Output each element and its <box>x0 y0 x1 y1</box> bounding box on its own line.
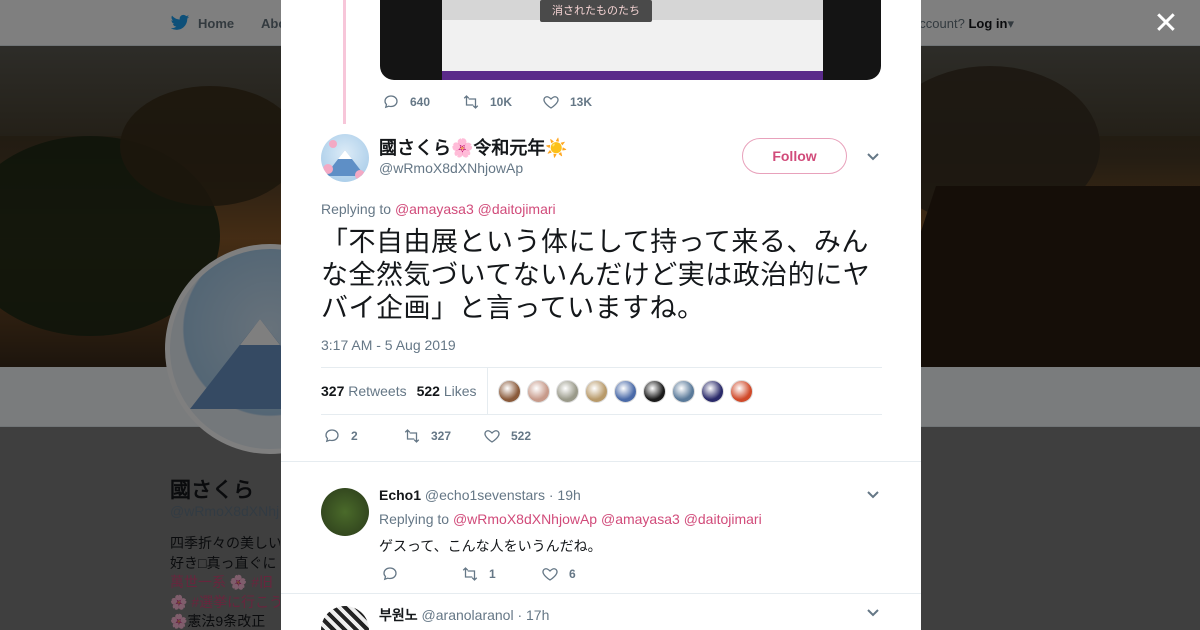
chevron-down-icon <box>867 491 879 499</box>
reply-header: 부원노 @aranolaranol · 17h <box>379 605 549 625</box>
reply-icon <box>325 429 339 443</box>
tweet-stats: 327 Retweets 522 Likes <box>321 367 882 415</box>
like-stat-label: Likes <box>443 383 477 399</box>
retweet-icon <box>404 429 420 443</box>
reply-actions: 1 6 <box>381 565 621 583</box>
chevron-down-icon <box>867 153 879 161</box>
heart-icon <box>542 568 558 581</box>
like-button[interactable]: 522 <box>483 427 563 445</box>
replying-prefix: Replying to <box>379 511 450 527</box>
liker-avatar[interactable] <box>526 379 550 403</box>
reply-author-handle[interactable]: @echo1sevenstars <box>425 487 545 503</box>
quoted-tweet-media[interactable]: 消されたものたち <box>380 0 881 80</box>
reply-menu-caret[interactable] <box>866 488 880 502</box>
close-icon[interactable]: ✕ <box>1150 8 1182 40</box>
mention-link[interactable]: @amayasa3 <box>395 201 474 217</box>
chevron-down-icon <box>867 609 879 617</box>
retweet-button[interactable]: 10K <box>462 93 542 111</box>
heart-icon <box>543 96 559 109</box>
like-count: 522 <box>511 429 532 443</box>
tweet-modal: 消されたものたち 640 10K 13K 國さくら🌸令和元年☀️ @wRmoX8… <box>281 0 921 630</box>
media-caption: 消されたものたち <box>540 0 652 22</box>
reply-menu-caret[interactable] <box>866 606 880 620</box>
like-stat[interactable]: 522 Likes <box>417 383 477 399</box>
heart-icon <box>484 430 500 443</box>
retweet-button[interactable]: 1 <box>461 565 541 583</box>
tweet-text: 「不自由展という体にして持って来る、みんな全然気づいてないんだけど実は政治的にヤ… <box>321 227 871 323</box>
reply-button[interactable]: 2 <box>323 427 403 445</box>
retweet-stat[interactable]: 327 Retweets <box>321 383 407 399</box>
reply-text: ゲスって、こんな人をいうんだね。 <box>379 538 602 554</box>
reply-replying-to: Replying to @wRmoX8dXNhjowAp @amayasa3 @… <box>379 511 762 527</box>
like-count: 6 <box>569 567 576 581</box>
liker-avatars <box>497 379 753 403</box>
reply-avatar[interactable] <box>321 606 369 630</box>
thread-connector <box>343 0 346 124</box>
replying-prefix: Replying to <box>321 201 392 217</box>
like-count: 13K <box>570 95 593 109</box>
author-handle[interactable]: @wRmoX8dXNhjowAp <box>379 160 523 176</box>
reply-time[interactable]: · 17h <box>517 607 549 623</box>
divider <box>281 593 921 594</box>
tweet-actions: 2 327 522 <box>323 427 563 445</box>
divider <box>281 461 921 462</box>
like-stat-count: 522 <box>416 383 440 399</box>
reply-author-name[interactable]: 부원노 <box>379 607 418 623</box>
mention-link[interactable]: @amayasa3 <box>601 511 680 527</box>
like-button[interactable]: 6 <box>541 565 621 583</box>
tweet-menu-caret[interactable] <box>866 150 880 164</box>
reply-time[interactable]: · 19h <box>549 487 581 503</box>
mention-link[interactable]: @daitojimari <box>478 201 556 217</box>
reply-author-handle[interactable]: @aranolaranol <box>422 607 514 623</box>
like-button[interactable]: 13K <box>542 93 622 111</box>
liker-avatar[interactable] <box>642 379 666 403</box>
retweet-stat-label: Retweets <box>348 383 407 399</box>
liker-avatar[interactable] <box>700 379 724 403</box>
liker-avatar[interactable] <box>497 379 521 403</box>
liker-avatar[interactable] <box>584 379 608 403</box>
follow-button[interactable]: Follow <box>742 138 847 174</box>
mention-link[interactable]: @daitojimari <box>684 511 762 527</box>
retweet-stat-count: 327 <box>321 383 345 399</box>
reply-header: Echo1 @echo1sevenstars · 19h <box>379 487 581 503</box>
tweet-timestamp[interactable]: 3:17 AM - 5 Aug 2019 <box>321 337 456 353</box>
reply-button[interactable] <box>381 565 461 583</box>
reply-author-name[interactable]: Echo1 <box>379 487 421 503</box>
liker-avatar[interactable] <box>613 379 637 403</box>
liker-avatar[interactable] <box>555 379 579 403</box>
retweet-count: 10K <box>490 95 513 109</box>
reply-avatar[interactable] <box>321 488 369 536</box>
retweet-icon <box>462 567 478 581</box>
liker-avatar[interactable] <box>671 379 695 403</box>
reply-count: 2 <box>351 429 358 443</box>
retweet-icon <box>463 95 479 109</box>
reply-icon <box>384 95 398 109</box>
reply-button[interactable]: 640 <box>382 93 462 111</box>
retweet-count: 327 <box>431 429 452 443</box>
retweet-button[interactable]: 327 <box>403 427 483 445</box>
author-avatar[interactable] <box>321 134 369 182</box>
reply-count: 640 <box>410 95 431 109</box>
liker-avatar[interactable] <box>729 379 753 403</box>
replying-to: Replying to @amayasa3 @daitojimari <box>321 201 556 217</box>
quoted-tweet-actions: 640 10K 13K <box>382 93 622 111</box>
reply-icon <box>383 567 397 581</box>
mention-link[interactable]: @wRmoX8dXNhjowAp <box>453 511 597 527</box>
author-name[interactable]: 國さくら🌸令和元年☀️ <box>379 134 568 160</box>
retweet-count: 1 <box>489 567 496 581</box>
